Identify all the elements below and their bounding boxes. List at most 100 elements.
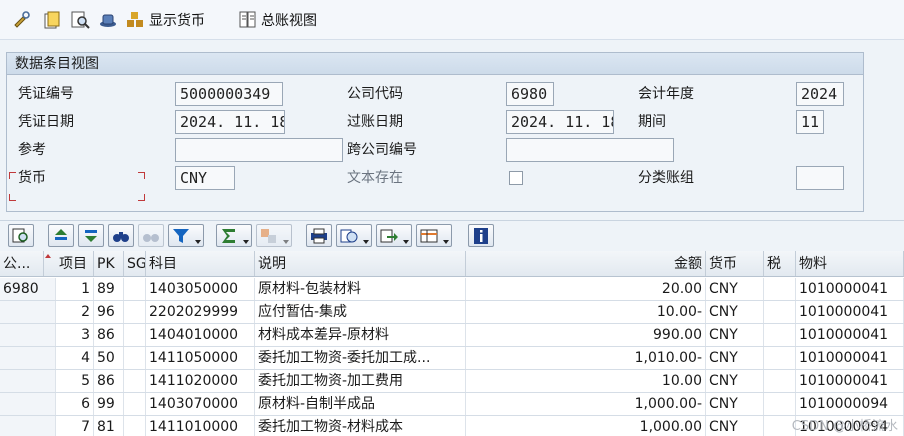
cell-item[interactable]: 1 — [56, 278, 94, 300]
cell-material[interactable]: 1010000041 — [796, 301, 904, 323]
cell-material[interactable]: 1010000041 — [796, 370, 904, 392]
cell-currency[interactable]: CNY — [706, 393, 764, 415]
cell-account[interactable]: 1403070000 — [146, 393, 255, 415]
show-currency-button[interactable]: 显示货币 — [126, 9, 205, 31]
cell-tax[interactable] — [764, 278, 796, 300]
cell-amount[interactable]: 1,000.00 — [466, 416, 706, 436]
col-item[interactable]: 项目 — [56, 251, 94, 276]
cell-account[interactable]: 2202029999 — [146, 301, 255, 323]
cell-pk[interactable]: 86 — [94, 370, 124, 392]
cell-currency[interactable]: CNY — [706, 324, 764, 346]
cell-item[interactable]: 5 — [56, 370, 94, 392]
cell-company-code[interactable] — [0, 347, 56, 369]
cell-description[interactable]: 委托加工物资-材料成本 — [255, 416, 466, 436]
currency-field[interactable]: CNY — [175, 166, 235, 190]
cell-description[interactable]: 原材料-自制半成品 — [255, 393, 466, 415]
cell-pk[interactable]: 50 — [94, 347, 124, 369]
col-material[interactable]: 物料 — [796, 251, 904, 276]
cross-company-field[interactable] — [506, 138, 674, 162]
cell-account[interactable]: 1411020000 — [146, 370, 255, 392]
cell-amount[interactable]: 1,010.00- — [466, 347, 706, 369]
doc-no-field[interactable]: 5000000349 — [175, 82, 283, 106]
cell-company-code[interactable] — [0, 301, 56, 323]
cell-item[interactable]: 6 — [56, 393, 94, 415]
ledger-group-field[interactable] — [796, 166, 844, 190]
cell-pk[interactable]: 96 — [94, 301, 124, 323]
cell-account[interactable]: 1411050000 — [146, 347, 255, 369]
cell-company-code[interactable] — [0, 370, 56, 392]
posting-date-field[interactable]: 2024. 11. 18 — [506, 110, 614, 134]
cell-material[interactable]: 1010000094 — [796, 393, 904, 415]
cell-currency[interactable]: CNY — [706, 278, 764, 300]
document-search-icon[interactable] — [70, 10, 90, 30]
cell-tax[interactable] — [764, 347, 796, 369]
cell-pk[interactable]: 81 — [94, 416, 124, 436]
cell-item[interactable]: 2 — [56, 301, 94, 323]
cell-item[interactable]: 7 — [56, 416, 94, 436]
cell-pk[interactable]: 86 — [94, 324, 124, 346]
table-row[interactable]: 6980 1 89 1403050000 原材料-包装材料 20.00 CNY 1010000… — [0, 278, 904, 301]
cell-tax[interactable] — [764, 324, 796, 346]
col-tax[interactable]: 税 — [764, 251, 796, 276]
sort-desc-button[interactable] — [78, 224, 104, 247]
col-description[interactable]: 说明 — [255, 251, 466, 276]
cell-sg[interactable] — [124, 278, 146, 300]
table-row[interactable]: 3 86 1404010000 材料成本差异-原材料 990.00 CNY 10100000… — [0, 324, 904, 347]
cell-material[interactable]: 1010000041 — [796, 347, 904, 369]
cell-sg[interactable] — [124, 393, 146, 415]
cell-amount[interactable]: 10.00 — [466, 370, 706, 392]
cell-description[interactable]: 原材料-包装材料 — [255, 278, 466, 300]
cell-account[interactable]: 1411010000 — [146, 416, 255, 436]
filter-button[interactable] — [168, 224, 204, 247]
table-row[interactable]: 6 99 1403070000 原材料-自制半成品 1,000.00- CNY 101000… — [0, 393, 904, 416]
cell-amount[interactable]: 10.00- — [466, 301, 706, 323]
col-account[interactable]: 科目 — [146, 251, 255, 276]
col-currency[interactable]: 货币 — [706, 251, 764, 276]
cell-description[interactable]: 委托加工物资-委托加工成... — [255, 347, 466, 369]
text-exists-checkbox[interactable] — [509, 171, 523, 185]
display-change-icon[interactable] — [12, 10, 32, 30]
cell-sg[interactable] — [124, 301, 146, 323]
cell-material[interactable]: 1010000041 — [796, 324, 904, 346]
cell-company-code[interactable] — [0, 393, 56, 415]
cell-sg[interactable] — [124, 416, 146, 436]
cell-company-code[interactable] — [0, 324, 56, 346]
cell-pk[interactable]: 89 — [94, 278, 124, 300]
table-row[interactable]: 5 86 1411020000 委托加工物资-加工费用 10.00 CNY 10100000… — [0, 370, 904, 393]
info-button[interactable] — [468, 224, 494, 247]
period-field[interactable]: 11 — [796, 110, 824, 134]
cell-account[interactable]: 1404010000 — [146, 324, 255, 346]
col-company-code[interactable]: 公... — [0, 251, 44, 276]
cell-description[interactable]: 委托加工物资-加工费用 — [255, 370, 466, 392]
sort-asc-button[interactable] — [48, 224, 74, 247]
subtotal-button[interactable] — [256, 224, 292, 247]
reference-field[interactable] — [175, 138, 343, 162]
find-button[interactable] — [108, 224, 134, 247]
cell-currency[interactable]: CNY — [706, 416, 764, 436]
table-row[interactable]: 2 96 2202029999 应付暂估-集成 10.00- CNY 1010000041 — [0, 301, 904, 324]
cell-tax[interactable] — [764, 301, 796, 323]
cell-company-code[interactable]: 6980 — [0, 278, 56, 300]
col-pk[interactable]: PK — [94, 251, 124, 276]
cell-account[interactable]: 1403050000 — [146, 278, 255, 300]
cell-amount[interactable]: 1,000.00- — [466, 393, 706, 415]
cell-material[interactable]: 1010000041 — [796, 278, 904, 300]
col-amount[interactable]: 金额 — [466, 251, 706, 276]
cell-item[interactable]: 3 — [56, 324, 94, 346]
cell-amount[interactable]: 990.00 — [466, 324, 706, 346]
details-button[interactable] — [8, 224, 34, 247]
find-next-button[interactable] — [138, 224, 164, 247]
table-row[interactable]: 7 81 1411010000 委托加工物资-材料成本 1,000.00 CNY 10100… — [0, 416, 904, 436]
cell-currency[interactable]: CNY — [706, 370, 764, 392]
company-code-field[interactable]: 6980 — [506, 82, 554, 106]
cell-sg[interactable] — [124, 370, 146, 392]
col-sg[interactable]: SG — [124, 251, 146, 276]
views-button[interactable] — [336, 224, 372, 247]
print-button[interactable] — [306, 224, 332, 247]
fiscal-year-field[interactable]: 2024 — [796, 82, 844, 106]
cell-tax[interactable] — [764, 393, 796, 415]
cell-currency[interactable]: CNY — [706, 347, 764, 369]
cell-currency[interactable]: CNY — [706, 301, 764, 323]
layout-button[interactable] — [416, 224, 452, 247]
export-button[interactable] — [376, 224, 412, 247]
